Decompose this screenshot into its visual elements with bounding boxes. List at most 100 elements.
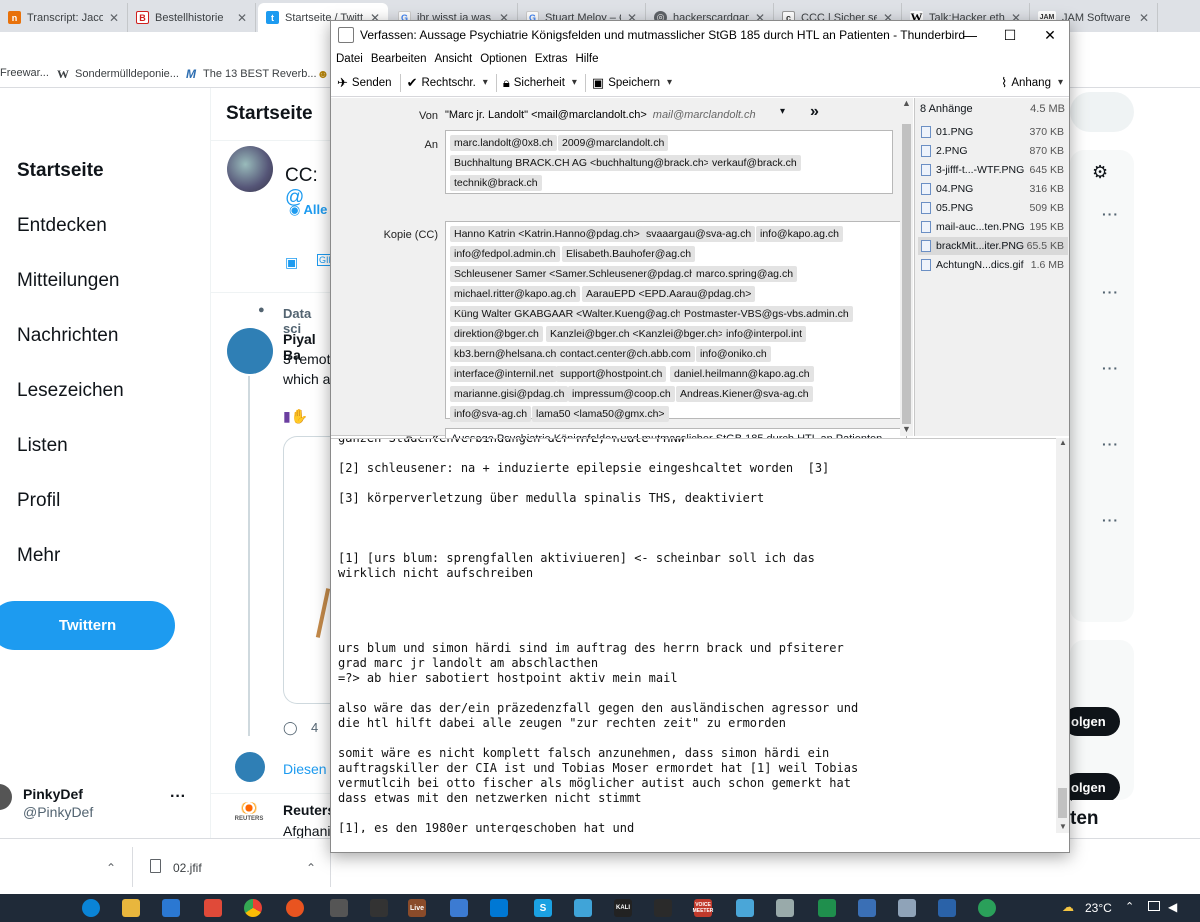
chevron-down-icon[interactable]: ▾ (572, 77, 577, 88)
app-icon[interactable] (776, 899, 794, 917)
bookmark-item[interactable]: W Sondermülldeponie... (56, 67, 179, 81)
thunderbird-icon[interactable] (450, 899, 468, 917)
recipient-pill[interactable]: impressum@coop.ch (568, 386, 675, 402)
close-icon[interactable]: ✕ (1031, 21, 1069, 49)
download-filename[interactable]: 02.jfif (173, 861, 202, 875)
recipient-pill[interactable]: daniel.heilmann@kapo.ag.ch (670, 366, 814, 382)
nav-listen[interactable]: Listen (17, 435, 68, 457)
store-icon[interactable] (162, 899, 180, 917)
kali-icon[interactable]: KALI (614, 899, 632, 917)
recipient-pill[interactable]: Elisabeth.Bauhofer@ag.ch (562, 246, 696, 262)
more-options-icon[interactable]: ··· (1102, 284, 1119, 300)
recipient-pill[interactable]: kb3.bern@helsana.ch (450, 346, 561, 362)
attachment-item[interactable]: mail-auc...ten.PNG 195 KB (918, 218, 1068, 236)
tweet-button[interactable]: Twittern (0, 601, 175, 650)
reply-audience[interactable]: ◉ Alle (289, 202, 327, 218)
recipient-pill[interactable]: technik@brack.ch (450, 175, 542, 191)
recipient-pill[interactable]: Küng Walter GKABGAAR <Walter.Kueng@ag.ch… (450, 306, 692, 322)
attachment-header[interactable]: 8 Anhänge 4.5 MB (920, 103, 1065, 115)
inkscape-icon[interactable] (370, 899, 388, 917)
recipient-pill[interactable]: michael.ritter@kapo.ag.ch (450, 286, 581, 302)
reply-icon[interactable]: ◯ (283, 720, 298, 736)
chevron-down-icon[interactable]: ▾ (667, 77, 672, 88)
app-icon[interactable] (490, 899, 508, 917)
recipient-pill[interactable]: Kanzlei@bger.ch <Kanzlei@bger.ch> (546, 326, 729, 342)
minimize-icon[interactable]: — (951, 21, 989, 49)
from-select[interactable]: "Marc jr. Landolt" <mail@marclandolt.ch>… (445, 105, 795, 125)
follow-button[interactable]: olgen (1063, 707, 1120, 736)
header-scrollbar[interactable]: ▲ ▼ (900, 98, 913, 436)
more-options-icon[interactable]: ··· (170, 788, 186, 806)
send-button[interactable]: ✈ Senden (337, 75, 392, 91)
nav-lesezeichen[interactable]: Lesezeichen (17, 380, 124, 402)
app-icon[interactable] (330, 899, 348, 917)
edge-icon[interactable] (82, 899, 100, 917)
app-icon[interactable] (978, 899, 996, 917)
attach-button[interactable]: ⌇ Anhang ▾ (1001, 75, 1063, 91)
volume-icon[interactable]: ◀ (1168, 900, 1177, 914)
settings-gear-icon[interactable]: ⚙ (1092, 162, 1108, 183)
tools-icon[interactable] (654, 899, 672, 917)
app-icon[interactable] (858, 899, 876, 917)
more-options-icon[interactable]: ··· (1102, 206, 1119, 222)
ableton-live-icon[interactable]: Live (408, 899, 426, 917)
to-field[interactable]: marc.landolt@0x8.ch 2009@marclandolt.ch … (445, 130, 893, 194)
nav-profil[interactable]: Profil (17, 490, 60, 512)
tweet-media-card[interactable] (283, 436, 331, 704)
close-tab-icon[interactable]: ✕ (235, 11, 249, 25)
recipient-pill[interactable]: marco.spring@ag.ch (692, 266, 798, 282)
maximize-icon[interactable]: ☐ (991, 21, 1029, 49)
menu-optionen[interactable]: Optionen (480, 53, 527, 65)
recipient-pill[interactable]: support@hostpoint.ch (556, 366, 667, 382)
cc-field[interactable]: Hanno Katrin <Katrin.Hanno@pdag.ch> svaa… (445, 221, 907, 422)
recipient-pill[interactable]: Andreas.Kiener@sva-ag.ch (676, 386, 813, 402)
app-icon[interactable] (898, 899, 916, 917)
telegram-icon[interactable] (574, 899, 592, 917)
recipient-pill[interactable]: direktion@bger.ch (450, 326, 543, 342)
browser-tab[interactable]: n Transcript: Jacob ✕ (0, 3, 128, 32)
attachment-item[interactable]: 05.PNG 509 KB (918, 199, 1068, 217)
voicemeeter-icon[interactable]: VOICE MEETER (693, 899, 713, 917)
mail-icon[interactable] (204, 899, 222, 917)
search-field-partial[interactable] (1070, 92, 1134, 132)
nav-mehr[interactable]: Mehr (17, 545, 60, 567)
recipient-pill[interactable]: info@sva-ag.ch (450, 406, 532, 422)
recipient-pill[interactable]: Postmaster-VBS@gs-vbs.admin.ch (680, 306, 853, 322)
close-tab-icon[interactable]: ✕ (107, 11, 121, 25)
chevron-down-icon[interactable]: ▾ (1058, 77, 1063, 88)
ubuntu-icon[interactable] (286, 899, 304, 917)
attachment-item[interactable]: 2.PNG 870 KB (918, 142, 1068, 160)
app-icon[interactable] (818, 899, 836, 917)
gif-icon[interactable]: GIF (317, 254, 331, 266)
chevron-down-icon[interactable]: ▾ (780, 106, 785, 117)
security-button[interactable]: 🔒︎ Sicherheit ▾ (503, 75, 577, 91)
recipient-pill[interactable]: Buchhaltung BRACK.CH AG <buchhaltung@bra… (450, 155, 714, 171)
file-explorer-icon[interactable] (122, 899, 140, 917)
chevron-down-icon[interactable]: ▾ (483, 77, 488, 88)
bookmark-item[interactable]: M The 13 BEST Reverb... (184, 67, 317, 81)
recipient-pill[interactable]: contact.center@ch.abb.com (556, 346, 695, 362)
app-icon[interactable] (938, 899, 956, 917)
recipient-pill[interactable]: Schleusener Samer <Samer.Schleusener@pda… (450, 266, 706, 282)
recipient-pill[interactable]: 2009@marclandolt.ch (558, 135, 669, 151)
bookmark-item[interactable]: Freewar... (0, 67, 49, 79)
recipient-pill[interactable]: info@interpol.int (722, 326, 807, 342)
recipient-pill[interactable]: lama50 <lama50@gmx.ch> (532, 406, 669, 422)
nav-entdecken[interactable]: Entdecken (17, 215, 107, 237)
recipient-pill[interactable]: interface@internil.net (450, 366, 558, 382)
menu-datei[interactable]: Datei (336, 53, 363, 65)
recipient-pill[interactable]: Hanno Katrin <Katrin.Hanno@pdag.ch> (450, 226, 644, 242)
image-icon[interactable]: ▣ (285, 254, 298, 271)
menu-bearbeiten[interactable]: Bearbeiten (371, 53, 427, 65)
nav-nachrichten[interactable]: Nachrichten (17, 325, 118, 347)
account-switcher[interactable]: PinkyDef @PinkyDef ··· (0, 780, 210, 830)
more-options-icon[interactable]: ··· (1102, 436, 1119, 452)
attachment-item-selected[interactable]: brackMit...iter.PNG 65.5 KB (918, 237, 1068, 255)
chevron-up-icon[interactable]: ⌃ (306, 861, 316, 875)
network-icon[interactable] (1148, 901, 1160, 911)
chrome-icon[interactable] (244, 899, 262, 917)
double-chevron-right-icon[interactable]: » (810, 103, 819, 121)
message-body-editor[interactable]: ganzen Studentenverbindungen der HTL, he… (331, 438, 1069, 833)
browser-tab[interactable]: B Bestellhistorie ✕ (128, 3, 256, 32)
spellcheck-button[interactable]: ✔ Rechtschr. ▾ (407, 75, 488, 91)
